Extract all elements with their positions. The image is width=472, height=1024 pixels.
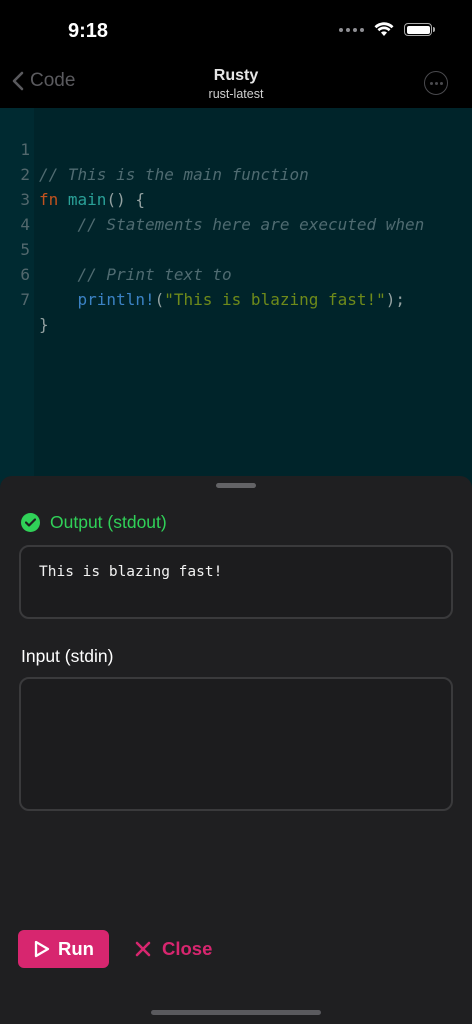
stdin-input[interactable] <box>19 677 453 811</box>
page-subtitle: rust-latest <box>208 87 264 101</box>
home-indicator <box>151 1010 321 1015</box>
output-header: Output (stdout) <box>21 512 167 533</box>
sheet-grabber[interactable] <box>216 483 256 488</box>
code-line: 7 } <box>0 262 48 334</box>
checkmark-circle-icon <box>21 513 40 532</box>
output-box: This is blazing fast! <box>19 545 453 619</box>
line-number: 7 <box>20 290 30 309</box>
signal-dots-icon <box>339 27 364 32</box>
line-text: // Print text to <box>39 265 232 284</box>
run-label: Run <box>58 938 94 959</box>
line-text: fn main() { <box>39 190 145 209</box>
page-title: Rusty <box>213 67 259 84</box>
nav-bar: Code Rusty rust-latest <box>0 60 472 108</box>
output-text: This is blazing fast! <box>39 564 223 580</box>
line-text: } <box>39 315 49 334</box>
battery-icon <box>404 23 435 36</box>
output-label: Output (stdout) <box>50 512 167 532</box>
battery-fill <box>406 25 430 34</box>
line-text: // This is the main function <box>39 165 309 184</box>
status-icons <box>339 22 435 37</box>
ellipsis-circle-icon[interactable] <box>424 71 448 95</box>
line-text: // Statements here are executed when <box>39 215 425 234</box>
play-icon <box>34 940 50 958</box>
code-editor[interactable]: 1 // This is the main function 2 fn main… <box>0 108 472 498</box>
wifi-icon <box>374 22 394 36</box>
code-line: 6 println!("This is blazing fast!"); <box>0 237 405 309</box>
status-bar: 9:18 <box>0 0 472 60</box>
status-time: 9:18 <box>68 20 109 42</box>
code-line: 5 // Print text to <box>0 212 231 284</box>
output-sheet: Output (stdout) This is blazing fast! In… <box>0 476 472 1024</box>
close-icon <box>135 941 151 957</box>
line-text: println!("This is blazing fast!"); <box>77 290 406 309</box>
code-line: 1 // This is the main function <box>0 112 308 184</box>
checkmark-icon <box>25 518 36 527</box>
close-button[interactable]: Close <box>134 930 212 968</box>
code-line: 4 <box>0 187 39 234</box>
code-line: 3 // Statements here are executed when <box>0 162 424 234</box>
code-line: 2 fn main() { <box>0 137 145 209</box>
run-button[interactable]: Run <box>18 930 109 968</box>
nav-title-group: Rusty rust-latest <box>0 67 472 101</box>
input-label: Input (stdin) <box>21 646 114 666</box>
close-label: Close <box>162 938 213 959</box>
